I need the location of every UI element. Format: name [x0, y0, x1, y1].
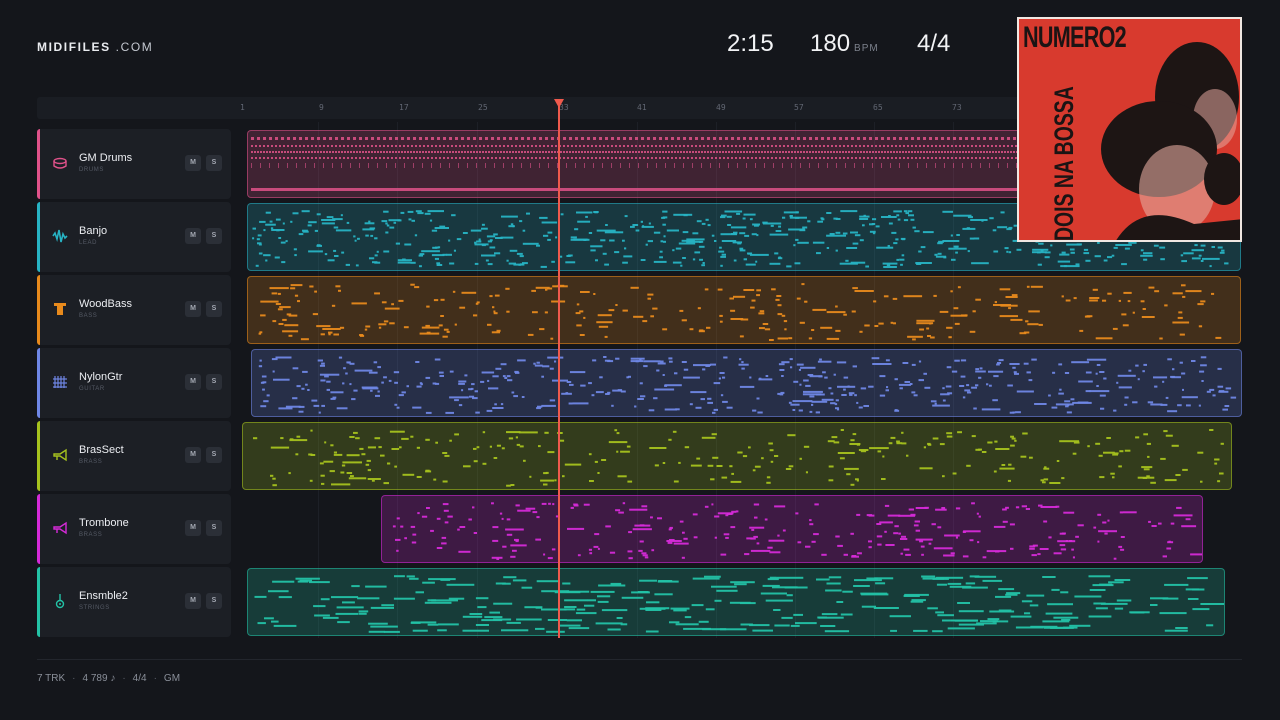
track-name: Banjo	[79, 225, 108, 237]
ruler-tick: 25	[478, 103, 488, 112]
track-name: BrasSect	[79, 444, 124, 456]
footer-standard: GM	[163, 673, 181, 684]
cover-subtitle: DOIS NA BOSSA	[1049, 86, 1079, 241]
footer-divider	[37, 659, 1242, 660]
note-pattern	[392, 502, 1202, 560]
note-pattern	[253, 429, 1224, 487]
clip-woodbass[interactable]	[247, 276, 1241, 344]
album-cover: NUMERO2 DOIS NA BOSSA	[1017, 17, 1242, 242]
track-header-banjo[interactable]: Banjo LEAD M S	[37, 202, 231, 272]
track-header-gm-drums[interactable]: GM Drums DRUMS M S	[37, 129, 231, 199]
ruler-tick: 17	[399, 103, 409, 112]
ruler-tick: 41	[637, 103, 647, 112]
clip-ensmble2[interactable]	[247, 568, 1225, 636]
track-role: BASS	[79, 313, 98, 319]
solo-button[interactable]: S	[206, 155, 222, 171]
footer-signature: 4/4	[132, 673, 147, 684]
brand-name: MIDIFILES	[37, 40, 111, 54]
solo-button[interactable]: S	[206, 301, 222, 317]
track-name: Ensmble2	[79, 590, 128, 602]
ruler-tick: 1	[240, 103, 245, 112]
clip-brassect[interactable]	[242, 422, 1232, 490]
track-color-bar	[37, 129, 40, 199]
solo-button[interactable]: S	[206, 228, 222, 244]
solo-button[interactable]: S	[206, 593, 222, 609]
mute-button[interactable]: M	[185, 374, 201, 390]
track-name: GM Drums	[79, 152, 133, 164]
note-pattern	[258, 283, 1222, 341]
time-signature: 4/4	[917, 30, 951, 57]
track-color-bar	[37, 421, 40, 491]
mute-button[interactable]: M	[185, 520, 201, 536]
solo-button[interactable]: S	[206, 374, 222, 390]
mute-button[interactable]: M	[185, 228, 201, 244]
note-pattern	[258, 356, 1237, 414]
strings-icon	[52, 593, 68, 609]
clip-trombone[interactable]	[381, 495, 1203, 563]
bpm-value: 180	[810, 30, 851, 57]
mute-button[interactable]: M	[185, 447, 201, 463]
cover-title: NUMERO2	[1023, 21, 1127, 54]
bass-icon	[52, 301, 68, 317]
track-color-bar	[37, 275, 40, 345]
ruler-tick: 73	[952, 103, 962, 112]
track-header-nylongtr[interactable]: NylonGtr GUITAR M S	[37, 348, 231, 418]
track-header-ensmble2[interactable]: Ensmble2 STRINGS M S	[37, 567, 231, 637]
footer-stats: 7 TRK · 4 789 ♪ · 4/4 · GM	[37, 673, 181, 684]
track-color-bar	[37, 202, 40, 272]
horn-icon	[52, 520, 68, 536]
brand-domain: .COM	[115, 40, 154, 54]
track-color-bar	[37, 494, 40, 564]
mute-button[interactable]: M	[185, 301, 201, 317]
ruler-tick: 65	[873, 103, 883, 112]
solo-button[interactable]: S	[206, 520, 222, 536]
note-pattern	[254, 575, 1224, 633]
guitar-icon	[52, 374, 68, 390]
track-role: GUITAR	[79, 386, 105, 392]
horn-icon	[52, 447, 68, 463]
track-header-trombone[interactable]: Trombone BRASS M S	[37, 494, 231, 564]
transport-bpm: 180 BPM	[810, 30, 879, 58]
track-color-bar	[37, 567, 40, 637]
bpm-unit: BPM	[854, 43, 879, 54]
brand-logo: MIDIFILES .COM	[37, 40, 153, 54]
track-header-woodbass[interactable]: WoodBass BASS M S	[37, 275, 231, 345]
track-color-bar	[37, 348, 40, 418]
waveform-icon	[52, 228, 68, 244]
solo-button[interactable]: S	[206, 447, 222, 463]
ruler-tick: 49	[716, 103, 726, 112]
playhead-line[interactable]	[558, 104, 560, 638]
transport-time: 2:15	[727, 30, 774, 57]
track-role: DRUMS	[79, 167, 104, 173]
mute-button[interactable]: M	[185, 155, 201, 171]
drum-icon	[52, 155, 68, 171]
track-role: STRINGS	[79, 605, 110, 611]
track-name: NylonGtr	[79, 371, 123, 383]
note-count: 4 789 ♪	[82, 673, 116, 684]
track-count: 7 TRK	[37, 673, 66, 684]
clip-nylongtr[interactable]	[251, 349, 1242, 417]
mute-button[interactable]: M	[185, 593, 201, 609]
track-header-brassect[interactable]: BrasSect BRASS M S	[37, 421, 231, 491]
track-name: Trombone	[79, 517, 129, 529]
track-role: BRASS	[79, 459, 103, 465]
track-role: BRASS	[79, 532, 103, 538]
ruler-tick: 9	[319, 103, 324, 112]
ruler-tick: 57	[794, 103, 804, 112]
track-name: WoodBass	[79, 298, 132, 310]
track-role: LEAD	[79, 240, 98, 246]
